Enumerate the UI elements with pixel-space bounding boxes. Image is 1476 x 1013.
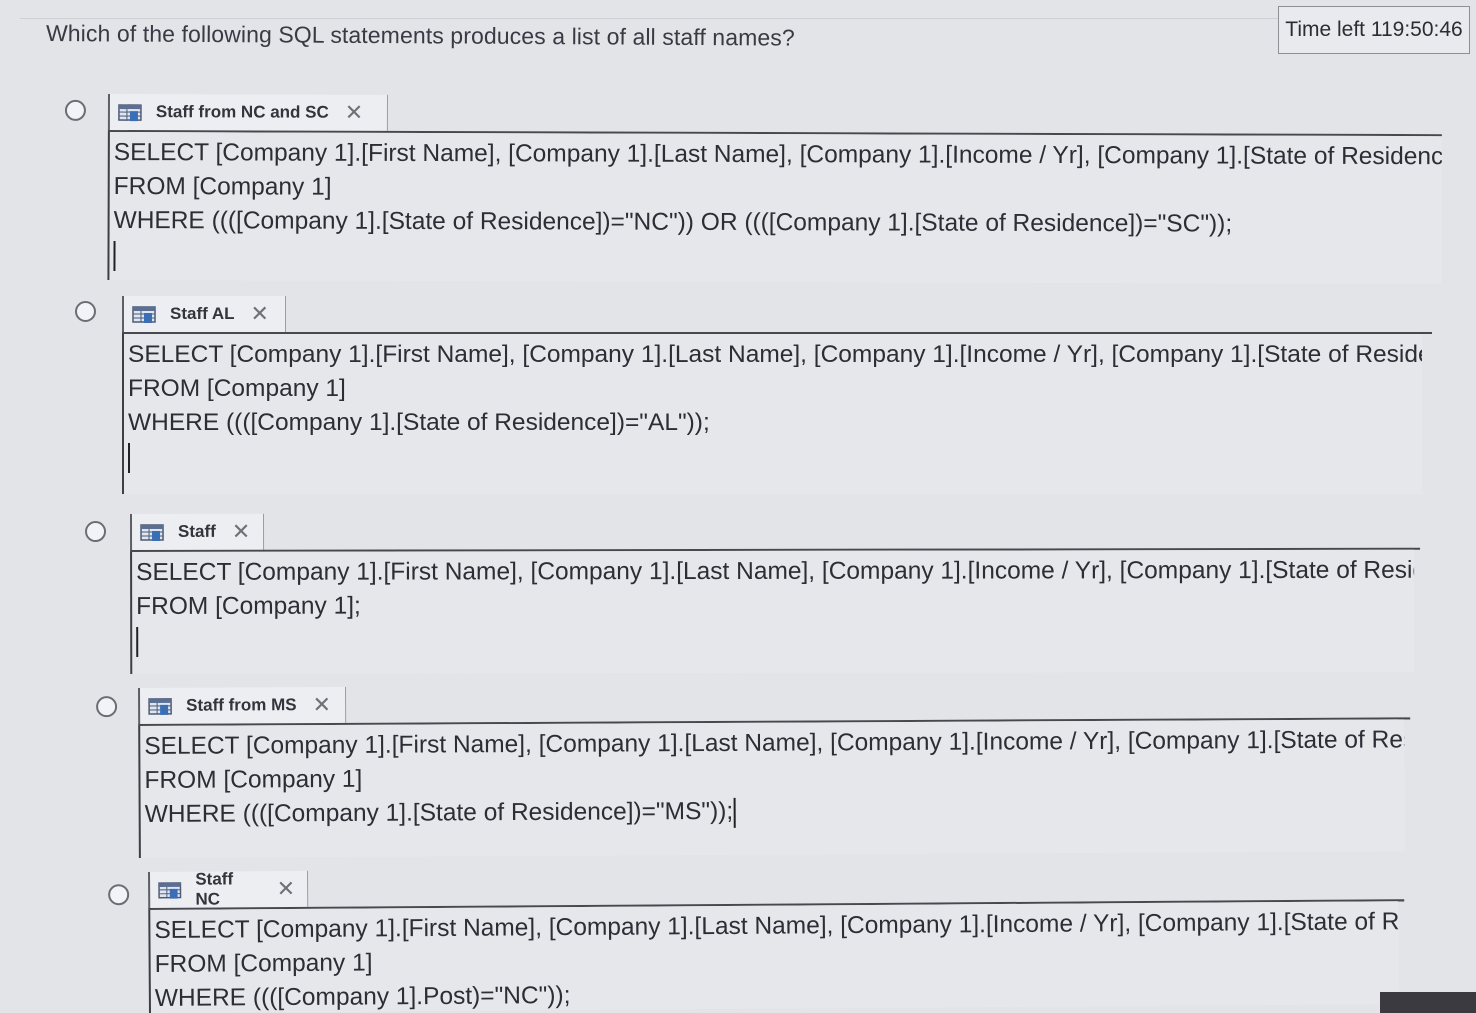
answer-option-5: Staff NC ✕ SELECT [Company 1].[First Nam… (108, 863, 1405, 1013)
sql-line: WHERE ((([Company 1].[State of Residence… (144, 797, 734, 828)
query-icon (118, 104, 142, 122)
answer-radio-3[interactable] (85, 521, 107, 543)
close-icon[interactable]: ✕ (313, 692, 332, 717)
text-cursor (136, 626, 139, 657)
answer-radio-4[interactable] (96, 696, 118, 718)
query-tab-label: Staff NC (195, 869, 234, 909)
sql-line: SELECT [Company 1].[First Name], [Compan… (144, 725, 1405, 760)
close-icon[interactable]: ✕ (251, 303, 269, 325)
taskbar-edge (1380, 992, 1476, 1013)
query-icon (158, 882, 182, 899)
sql-code-box[interactable]: SELECT [Company 1].[First Name], [Compan… (122, 334, 1422, 494)
query-tab-label: Staff from NC and SC (155, 102, 329, 122)
sql-line: WHERE ((([Company 1].[State of Residence… (128, 409, 710, 436)
query-tab-4[interactable]: Staff from MS ✕ (138, 686, 347, 724)
question-text: Which of the following SQL statements pr… (45, 20, 795, 51)
close-icon[interactable]: ✕ (277, 876, 296, 901)
query-tab-label: Staff AL (170, 304, 235, 323)
text-cursor (733, 797, 736, 828)
answer-option-3: Staff ✕ SELECT [Company 1].[First Name],… (85, 512, 1421, 674)
query-tab-3[interactable]: Staff ✕ (130, 513, 265, 550)
sql-line: SELECT [Company 1].[First Name], [Compan… (136, 556, 1415, 586)
text-cursor (113, 240, 116, 271)
close-icon[interactable]: ✕ (345, 100, 364, 125)
sql-line: FROM [Company 1] (113, 173, 332, 201)
sql-code-box[interactable]: SELECT [Company 1].[First Name], [Compan… (138, 719, 1405, 858)
text-cursor (128, 442, 130, 473)
answer-radio-2[interactable] (75, 301, 96, 322)
query-icon (148, 698, 172, 715)
query-icon (140, 524, 164, 541)
query-tab-5[interactable]: Staff NC ✕ (148, 869, 309, 909)
sql-line: SELECT [Company 1].[First Name], [Compan… (128, 341, 1422, 368)
answer-option-2: Staff AL ✕ SELECT [Company 1].[First Nam… (75, 296, 1432, 496)
sql-line: FROM [Company 1]; (136, 592, 361, 620)
close-icon[interactable]: ✕ (232, 519, 250, 544)
sql-code-box[interactable]: SELECT [Company 1].[First Name], [Compan… (130, 549, 1415, 674)
header-divider (20, 18, 1280, 19)
sql-code-box[interactable]: SELECT [Company 1].[First Name], [Compan… (148, 901, 1399, 1013)
answer-radio-1[interactable] (64, 99, 86, 121)
time-left-indicator: Time left 119:50:46 (1278, 6, 1470, 54)
query-tab-1[interactable]: Staff from NC and SC ✕ (107, 94, 388, 131)
query-tab-label: Staff from MS (186, 695, 297, 715)
query-tab-2[interactable]: Staff AL ✕ (122, 296, 286, 332)
answer-option-1: Staff from NC and SC ✕ SELECT [Company 1… (64, 94, 1442, 285)
answer-option-4: Staff from MS ✕ SELECT [Company 1].[Firs… (96, 681, 1411, 858)
answer-radio-5[interactable] (108, 884, 130, 906)
query-icon (132, 306, 156, 323)
sql-line: FROM [Company 1] (128, 375, 346, 402)
sql-line: SELECT [Company 1].[First Name], [Compan… (113, 139, 1442, 171)
sql-code-box[interactable]: SELECT [Company 1].[First Name], [Compan… (107, 131, 1442, 285)
query-tab-label: Staff (178, 521, 216, 541)
sql-line: WHERE ((([Company 1].[State of Residence… (113, 207, 1233, 238)
